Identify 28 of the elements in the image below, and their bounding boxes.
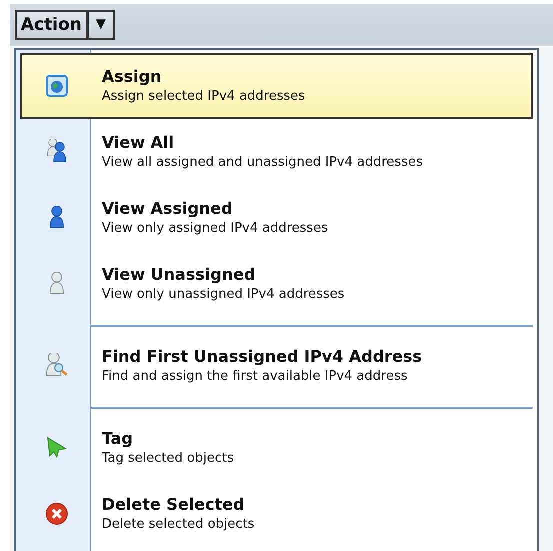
item-description: Tag selected objects [102,450,234,468]
item-title: Find First Unassigned IPv4 Address [102,346,422,366]
delete-icon [44,502,68,526]
window-globe-icon [44,74,68,98]
action-button[interactable]: Action [15,10,88,40]
item-title: Tag [102,428,134,448]
user-icon [48,206,66,230]
item-description: Find and assign the first available IPv4 address [102,368,409,386]
item-title: View All [102,132,176,152]
item-title: Assign [102,66,163,86]
menu-item[interactable]: View Assigned View only assigned IPv4 addresses [20,185,533,251]
item-description: Assign selected IPv4 addresses [102,88,306,106]
menu-item[interactable]: Find First Unassigned IPv4 Address Find and assign the first available IPv4 address [20,333,533,399]
menu-item[interactable]: Delete Selected Delete selected objects [20,481,533,547]
item-description: View only unassigned IPv4 addresses [102,286,345,304]
user-icon [48,272,66,296]
item-title: View Unassigned [102,264,257,284]
item-description: Delete selected objects [102,516,255,534]
menu-item[interactable]: View Unassigned View only unassigned IPv4 addresses [20,251,533,317]
item-title: Delete Selected [102,494,246,514]
item-title: View Assigned [102,198,234,218]
arrow-icon [44,436,68,460]
menu-item[interactable]: Assign Assign selected IPv4 addresses [20,53,533,119]
dropdown-button[interactable]: ▼ [88,10,115,40]
item-description: View only assigned IPv4 addresses [102,220,328,238]
item-description: View all assigned and unassigned IPv4 addresses [102,154,423,172]
menu-item[interactable]: Tag Tag selected objects [20,415,533,481]
menu-item[interactable]: View All View all assigned and unassigned IPv4 addresses [20,119,533,185]
